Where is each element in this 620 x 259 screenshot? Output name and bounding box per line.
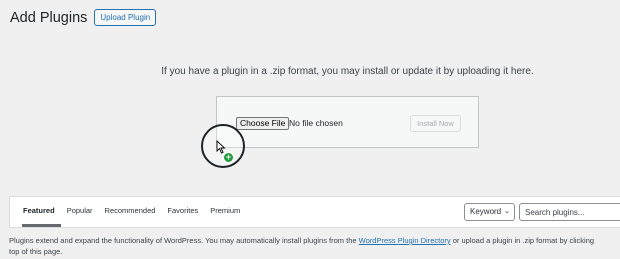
description-text-line2: top of this page.: [9, 247, 63, 256]
upload-help-text: If you have a plugin in a .zip format, y…: [161, 66, 534, 77]
add-plus-icon: +: [223, 152, 234, 163]
tab-premium[interactable]: Premium: [204, 197, 246, 227]
page-header: Add Plugins Upload Plugin: [10, 9, 157, 26]
page-title: Add Plugins: [10, 9, 88, 26]
description-text-end: or upload a plugin in .zip format by cli…: [450, 236, 595, 245]
tab-favorites[interactable]: Favorites: [161, 197, 204, 227]
filter-tabs: Featured Popular Recommended Favorites P…: [22, 197, 246, 227]
cursor-highlight: +: [201, 124, 245, 168]
choose-file-button[interactable]: Choose File: [236, 117, 290, 130]
plugin-filter-bar: Featured Popular Recommended Favorites P…: [9, 196, 620, 228]
upload-form: Choose File No file chosen Install Now: [216, 96, 479, 148]
tab-popular[interactable]: Popular: [61, 197, 99, 227]
plugin-description: Plugins extend and expand the functional…: [9, 235, 620, 257]
plugin-directory-link[interactable]: WordPress Plugin Directory: [359, 236, 451, 245]
search-type-select[interactable]: Keyword ⌄: [464, 203, 515, 221]
tab-featured[interactable]: Featured: [22, 197, 61, 227]
search-type-value: Keyword: [470, 207, 502, 216]
search-plugins-input[interactable]: [519, 203, 620, 221]
install-now-button[interactable]: Install Now: [410, 115, 461, 132]
chevron-down-icon: ⌄: [504, 208, 510, 215]
upload-plugin-button[interactable]: Upload Plugin: [94, 9, 157, 26]
file-status-text: No file chosen: [289, 118, 343, 128]
tab-recommended[interactable]: Recommended: [99, 197, 162, 227]
description-text-start: Plugins extend and expand the functional…: [9, 236, 359, 245]
